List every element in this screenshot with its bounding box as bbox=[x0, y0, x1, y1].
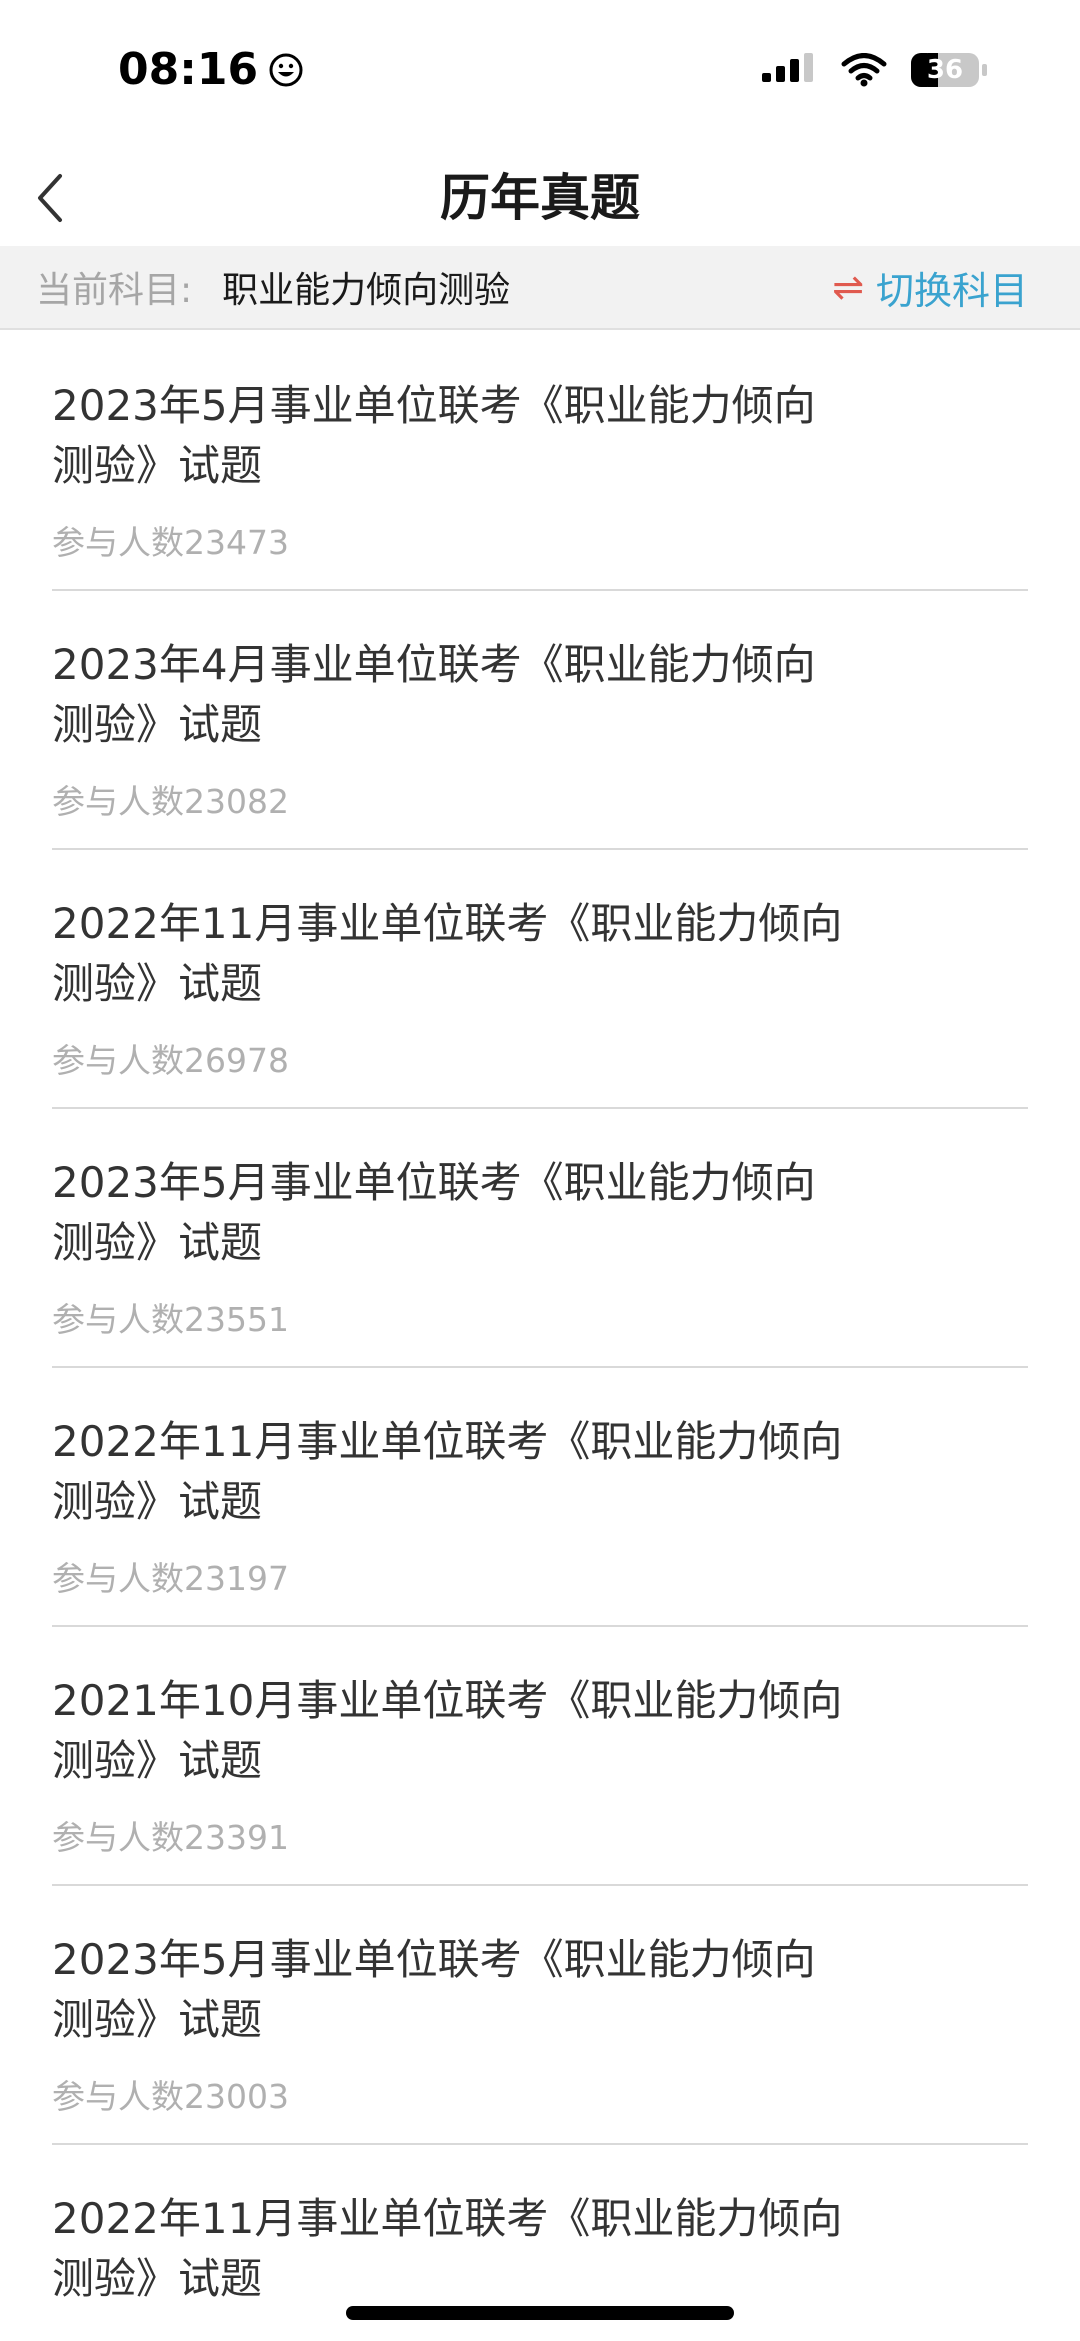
participant-count: 参与人数26978 bbox=[52, 1041, 289, 1080]
paper-title: 2023年4月事业单位联考《职业能力倾向测验》试题 bbox=[52, 640, 816, 749]
list-item[interactable]: 2023年5月事业单位联考《职业能力倾向测验》试题 参与人数23473 bbox=[52, 332, 1028, 591]
list-item[interactable]: 2023年5月事业单位联考《职业能力倾向测验》试题 参与人数23003 bbox=[52, 1886, 1028, 2145]
smiley-icon bbox=[269, 53, 303, 86]
screen: 08:16 36 历年真题 当前科目: 职业能力倾向测验 ⇌ 切换科目 2023… bbox=[0, 0, 1080, 2341]
switch-arrows-icon: ⇌ bbox=[832, 265, 864, 309]
nav-bar: 历年真题 bbox=[0, 150, 1080, 246]
switch-subject-button[interactable]: ⇌ 切换科目 bbox=[832, 246, 1028, 328]
list-item[interactable]: 2022年11月事业单位联考《职业能力倾向测验》试题 参与人数26978 bbox=[52, 850, 1028, 1109]
switch-subject-label: 切换科目 bbox=[875, 268, 1028, 313]
paper-list: 2023年5月事业单位联考《职业能力倾向测验》试题 参与人数23473 2023… bbox=[0, 332, 1080, 2341]
paper-title: 2022年11月事业单位联考《职业能力倾向测验》试题 bbox=[52, 899, 843, 1008]
status-time-text: 08:16 bbox=[118, 44, 259, 95]
list-item[interactable]: 2021年10月事业单位联考《职业能力倾向测验》试题 参与人数23391 bbox=[52, 1627, 1028, 1886]
participant-count: 参与人数23391 bbox=[52, 1818, 289, 1857]
participant-count: 参与人数23197 bbox=[52, 1559, 289, 1598]
subject-value: 职业能力倾向测验 bbox=[222, 270, 511, 311]
list-item[interactable]: 2023年4月事业单位联考《职业能力倾向测验》试题 参与人数23082 bbox=[52, 591, 1028, 850]
page-title: 历年真题 bbox=[440, 169, 640, 227]
participant-count: 参与人数23082 bbox=[52, 782, 289, 821]
subject-bar: 当前科目: 职业能力倾向测验 ⇌ 切换科目 bbox=[0, 246, 1080, 330]
status-icons: 36 bbox=[762, 52, 988, 88]
paper-title: 2021年10月事业单位联考《职业能力倾向测验》试题 bbox=[52, 1676, 843, 1785]
paper-title: 2023年5月事业单位联考《职业能力倾向测验》试题 bbox=[52, 381, 816, 490]
paper-title: 2022年11月事业单位联考《职业能力倾向测验》试题 bbox=[52, 2194, 843, 2303]
home-indicator[interactable] bbox=[346, 2306, 734, 2320]
subject-label: 当前科目: bbox=[36, 270, 193, 311]
participant-count: 参与人数23473 bbox=[52, 523, 289, 562]
status-bar: 08:16 36 bbox=[0, 0, 1080, 150]
list-item[interactable]: 2022年11月事业单位联考《职业能力倾向测验》试题 参与人数23197 bbox=[52, 1368, 1028, 1627]
participant-count: 参与人数23551 bbox=[52, 1300, 289, 1339]
signal-icon bbox=[762, 53, 813, 82]
battery-icon: 36 bbox=[910, 52, 988, 88]
paper-title: 2023年5月事业单位联考《职业能力倾向测验》试题 bbox=[52, 1158, 816, 1267]
wifi-icon bbox=[841, 53, 887, 87]
participant-count: 参与人数23003 bbox=[52, 2077, 289, 2116]
paper-title: 2023年5月事业单位联考《职业能力倾向测验》试题 bbox=[52, 1935, 816, 2044]
list-item[interactable]: 2023年5月事业单位联考《职业能力倾向测验》试题 参与人数23551 bbox=[52, 1109, 1028, 1368]
status-time: 08:16 bbox=[118, 44, 304, 95]
battery-level: 36 bbox=[926, 55, 964, 85]
paper-title: 2022年11月事业单位联考《职业能力倾向测验》试题 bbox=[52, 1417, 843, 1526]
